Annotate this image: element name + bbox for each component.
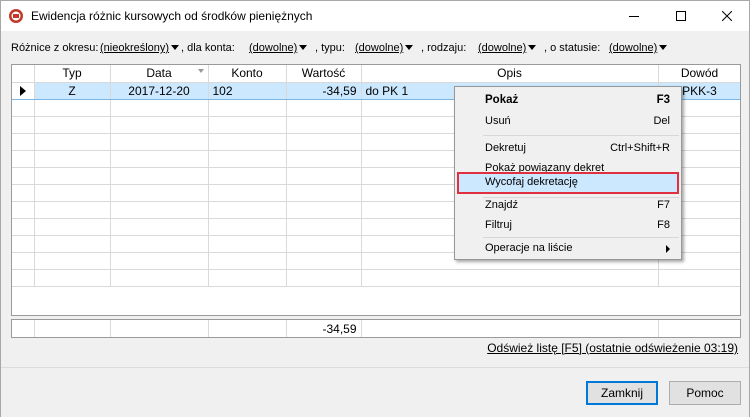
dropdown-arrow-icon (405, 45, 414, 50)
app-icon (8, 8, 24, 24)
dropdown-arrow-icon (528, 45, 537, 50)
filter-type-label: , typu: (315, 42, 345, 54)
menu-item-wycofaj-dekretacje[interactable]: Wycofaj dekretację (457, 172, 679, 194)
dropdown-arrow-icon (171, 45, 180, 50)
dialog-window: Ewidencja różnic kursowych od środków pi… (0, 0, 750, 417)
dropdown-arrow-icon (299, 45, 308, 50)
refresh-link[interactable]: Odśwież listę [F5] (ostatnie odświeżenie… (487, 341, 738, 355)
filter-account-dropdown[interactable]: (dowolne) (249, 42, 308, 54)
empty-row (12, 269, 740, 287)
help-button[interactable]: Pomoc (669, 381, 741, 405)
column-header-typ[interactable]: Typ (34, 65, 111, 83)
menu-item-pokaz[interactable]: Pokaż F3 (457, 90, 679, 111)
filter-period-label: Różnice z okresu: (11, 42, 99, 54)
cell-typ: Z (34, 81, 111, 100)
column-header-wartosc[interactable]: Wartość (286, 65, 362, 83)
button-bar: Zamknij Pomoc (1, 367, 749, 417)
grid-footer: -34,59 (11, 319, 741, 338)
column-header-dowod[interactable]: Dowód (658, 65, 740, 83)
filter-bar: Różnice z okresu: (nieokreślony) , dla k… (11, 42, 746, 58)
menu-item-znajdz[interactable]: Znajdź F7 (457, 195, 679, 216)
menu-item-dekretuj[interactable]: Dekretuj Ctrl+Shift+R (457, 138, 679, 159)
filter-kind-label: , rodzaju: (421, 42, 467, 54)
context-menu: Pokaż F3 Usuń Del Dekretuj Ctrl+Shift+R … (454, 86, 682, 260)
dropdown-arrow-icon (659, 45, 668, 50)
current-row-arrow-icon (19, 86, 26, 97)
filter-account-label: , dla konta: (181, 42, 235, 54)
filter-type-dropdown[interactable]: (dowolne) (355, 42, 414, 54)
filter-status-label: , o statusie: (544, 42, 601, 54)
menu-item-filtruj[interactable]: Filtruj F8 (457, 215, 679, 236)
sort-icon (197, 69, 204, 73)
close-icon (722, 11, 732, 21)
minimize-button[interactable] (611, 1, 657, 31)
close-window-button[interactable] (704, 1, 750, 31)
title-bar: Ewidencja różnic kursowych od środków pi… (1, 1, 749, 31)
cell-konto: 102 (208, 81, 287, 100)
submenu-arrow-icon (666, 245, 670, 253)
footer-total-wartosc: -34,59 (286, 320, 362, 337)
close-button[interactable]: Zamknij (586, 381, 658, 405)
window-title: Ewidencja różnic kursowych od środków pi… (31, 9, 313, 23)
filter-kind-dropdown[interactable]: (dowolne) (478, 42, 537, 54)
menu-item-usun[interactable]: Usuń Del (457, 111, 679, 132)
row-indicator-header (12, 65, 35, 83)
cell-wartosc: -34,59 (286, 81, 362, 100)
cell-data: 2017-12-20 (110, 81, 209, 100)
column-header-data[interactable]: Data (110, 65, 209, 83)
column-header-opis[interactable]: Opis (361, 65, 659, 83)
column-header-konto[interactable]: Konto (208, 65, 287, 83)
filter-period-dropdown[interactable]: (nieokreślony) (100, 42, 180, 54)
maximize-button[interactable] (658, 1, 704, 31)
grid-header-row: Typ Data Konto Wartość Opis Dowód (12, 65, 740, 83)
menu-separator (483, 135, 679, 136)
filter-status-dropdown[interactable]: (dowolne) (609, 42, 668, 54)
menu-item-operacje-na-liscie[interactable]: Operacje na liście (457, 238, 679, 259)
row-indicator (12, 81, 35, 100)
